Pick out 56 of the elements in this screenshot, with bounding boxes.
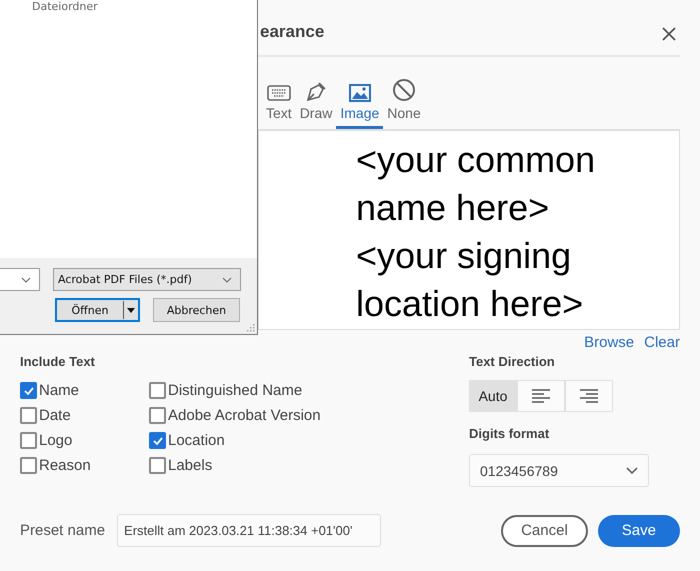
pen-icon — [304, 80, 328, 102]
checkbox-label: Logo — [39, 432, 72, 449]
section-heading: Text Direction — [469, 354, 556, 369]
link[interactable]: Browse — [584, 334, 634, 351]
checkbox[interactable] — [149, 432, 166, 449]
preview-text: <your common — [356, 138, 596, 182]
checkbox[interactable] — [20, 457, 37, 474]
checkbox[interactable] — [149, 457, 166, 474]
checkbox[interactable] — [20, 382, 37, 399]
preview-text: <your signing — [356, 234, 572, 278]
section-heading: Digits format — [469, 426, 550, 441]
checkbox-label: Distinguished Name — [168, 382, 302, 399]
prohibited-icon — [392, 78, 416, 102]
chevron-down-icon — [222, 276, 232, 282]
caret-down-icon — [127, 308, 135, 312]
close-icon[interactable] — [662, 26, 676, 40]
resize-grip-icon — [247, 324, 255, 332]
checkmark-icon — [152, 436, 162, 444]
section-heading: Include Text — [20, 354, 96, 369]
checkbox[interactable] — [149, 407, 166, 424]
checkmark-icon — [24, 386, 34, 394]
checkbox-label: Labels — [168, 457, 212, 474]
checkbox-label: Location — [168, 432, 225, 449]
save-button[interactable]: Save — [598, 514, 680, 546]
preview-text: name here> — [356, 186, 550, 230]
preset-name-label: Preset name — [20, 522, 106, 539]
image-icon — [348, 84, 371, 102]
dialog-title: earance — [259, 22, 324, 42]
appearance-tab[interactable]: Draw — [296, 76, 336, 129]
align-right-icon — [580, 389, 598, 403]
preset-name-field[interactable]: Erstellt am 2023.03.21 11:38:34 +01'00' — [117, 514, 382, 547]
checkbox[interactable] — [20, 432, 37, 449]
folder-type-text: Dateiordner — [32, 0, 98, 13]
open-button[interactable]: Öffnen — [55, 298, 140, 322]
chevron-down-icon — [626, 466, 638, 474]
cancel-button[interactable]: Cancel — [501, 514, 588, 546]
appearance-tab[interactable]: Text — [262, 76, 296, 129]
checkbox-label: Name — [39, 382, 80, 399]
checkbox[interactable] — [20, 407, 37, 424]
align-left-icon — [532, 389, 550, 403]
align-left-button[interactable] — [517, 380, 565, 412]
link[interactable]: Clear — [644, 334, 680, 351]
cancel-button[interactable]: Abbrechen — [153, 298, 240, 322]
appearance-tab[interactable]: None — [383, 76, 425, 129]
direction-button[interactable]: Auto — [469, 380, 517, 412]
filetype-dropdown[interactable]: Acrobat PDF Files (*.pdf) — [53, 268, 241, 291]
digits-format-dropdown[interactable]: 0123456789 — [469, 454, 649, 487]
checkbox-label: Adobe Acrobat Version — [168, 407, 321, 424]
checkbox[interactable] — [149, 382, 166, 399]
filename-dropdown[interactable] — [0, 268, 40, 291]
preview-text: location here> — [356, 282, 584, 326]
checkbox-label: Date — [39, 407, 71, 424]
keyboard-icon — [266, 84, 291, 102]
chevron-down-icon — [21, 276, 31, 282]
align-right-button[interactable] — [565, 380, 613, 412]
checkbox-label: Reason — [39, 457, 91, 474]
